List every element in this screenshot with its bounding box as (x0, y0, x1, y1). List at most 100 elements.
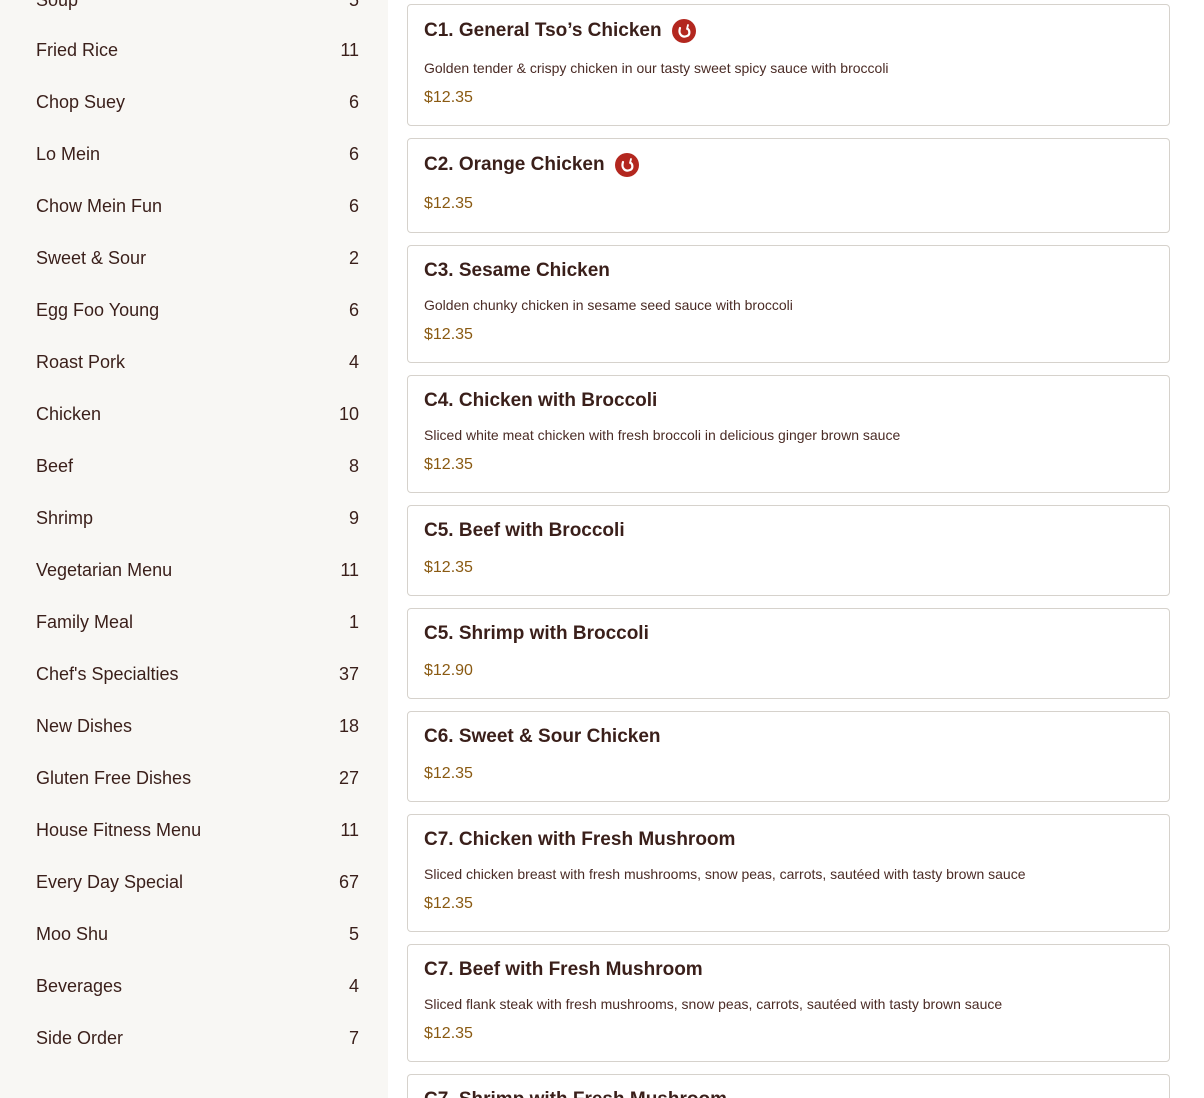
category-name: Moo Shu (36, 923, 109, 944)
category-count: 6 (348, 299, 359, 320)
category-name: Egg Foo Young (36, 299, 160, 320)
category-item-sweet-sour[interactable]: Sweet & Sour 2 (36, 238, 359, 278)
category-count: 6 (348, 91, 359, 112)
category-count: 2 (348, 247, 359, 268)
menu-item-title-row: C5. Shrimp with Broccoli (424, 623, 649, 645)
menu-item-description: Golden chunky chicken in sesame seed sau… (424, 297, 793, 313)
category-name: Roast Pork (36, 351, 126, 372)
menu-item-title-row: C6. Sweet & Sour Chicken (424, 726, 661, 748)
category-count: 4 (348, 975, 359, 996)
menu-item-description: Sliced flank steak with fresh mushrooms,… (424, 996, 1003, 1012)
category-name: Chicken (36, 403, 102, 424)
category-name: Shrimp (36, 507, 94, 528)
category-item-vegetarian-menu[interactable]: Vegetarian Menu 11 (36, 550, 359, 590)
category-item-beef[interactable]: Beef 8 (36, 446, 359, 486)
menu-item-title: C2. Orange Chicken (424, 154, 605, 175)
category-count: 11 (340, 39, 359, 60)
category-item-chow-mein-fun[interactable]: Chow Mein Fun 6 (36, 186, 359, 226)
category-count: 11 (340, 559, 359, 580)
menu-item-price: $12.35 (424, 1025, 473, 1042)
menu-item-title-row: C7. Shrimp with Fresh Mushroom (424, 1089, 727, 1098)
menu-item-card[interactable]: C3. Sesame Chicken Golden chunky chicken… (407, 245, 1170, 363)
menu-item-description: Golden tender & crispy chicken in our ta… (424, 60, 889, 76)
category-item-shrimp[interactable]: Shrimp 9 (36, 498, 359, 538)
category-count: 7 (348, 1027, 359, 1048)
category-name: Family Meal (36, 611, 134, 632)
menu-item-title-row: C3. Sesame Chicken (424, 260, 610, 282)
category-item-house-fitness-menu[interactable]: House Fitness Menu 11 (36, 810, 359, 850)
menu-item-price: $12.90 (424, 662, 473, 679)
category-name: New Dishes (36, 715, 133, 736)
category-item-beverages[interactable]: Beverages 4 (36, 966, 359, 1006)
menu-item-title: C7. Shrimp with Fresh Mushroom (424, 1089, 727, 1098)
menu-item-title-row: C7. Chicken with Fresh Mushroom (424, 829, 735, 851)
menu-item-title: C1. General Tso’s Chicken (424, 20, 662, 41)
menu-item-title-row: C5. Beef with Broccoli (424, 520, 625, 542)
category-count: 4 (348, 351, 359, 372)
menu-item-title: C7. Chicken with Fresh Mushroom (424, 829, 736, 850)
menu-item-title: C6. Sweet & Sour Chicken (424, 726, 661, 747)
category-item-chicken[interactable]: Chicken 10 (36, 394, 359, 434)
category-name: Vegetarian Menu (36, 559, 173, 580)
menu-item-price: $12.35 (424, 559, 473, 576)
category-item-fried-rice[interactable]: Fried Rice 11 (36, 30, 359, 70)
menu-item-title-row: C7. Beef with Fresh Mushroom (424, 959, 703, 981)
category-item-every-day-special[interactable]: Every Day Special 67 (36, 862, 359, 902)
category-name: Chef's Specialties (36, 663, 179, 684)
category-name: Beverages (36, 975, 123, 996)
category-item-lo-mein[interactable]: Lo Mein 6 (36, 134, 359, 174)
category-count: 5 (349, 0, 359, 11)
category-item-gluten-free-dishes[interactable]: Gluten Free Dishes 27 (36, 758, 359, 798)
menu-item-title-row: C4. Chicken with Broccoli (424, 390, 657, 412)
category-count: 18 (338, 715, 359, 736)
menu-item-title: C7. Beef with Fresh Mushroom (424, 959, 703, 980)
menu-item-card[interactable]: C6. Sweet & Sour Chicken $12.35 (407, 711, 1170, 802)
menu-items-list: C1. General Tso’s Chicken Golden tender … (388, 0, 1204, 1098)
menu-item-title-row: C2. Orange Chicken (424, 153, 639, 177)
category-name: House Fitness Menu (36, 819, 202, 840)
menu-item-title: C5. Shrimp with Broccoli (424, 623, 649, 644)
menu-item-price: $12.35 (424, 895, 473, 912)
category-name: Fried Rice (36, 39, 119, 60)
chili-pepper-icon (614, 153, 639, 177)
category-item-egg-foo-young[interactable]: Egg Foo Young 6 (36, 290, 359, 330)
chili-pepper-icon (671, 19, 696, 43)
category-item-side-order[interactable]: Side Order 7 (36, 1018, 359, 1058)
menu-item-card[interactable]: C7. Chicken with Fresh Mushroom Sliced c… (407, 814, 1170, 932)
category-count: 8 (348, 455, 359, 476)
category-item-chefs-specialties[interactable]: Chef's Specialties 37 (36, 654, 359, 694)
menu-item-price: $12.35 (424, 456, 473, 473)
category-name: Every Day Special (36, 871, 184, 892)
category-item-moo-shu[interactable]: Moo Shu 5 (36, 914, 359, 954)
category-item-roast-pork[interactable]: Roast Pork 4 (36, 342, 359, 382)
menu-item-card[interactable]: C7. Beef with Fresh Mushroom Sliced flan… (407, 944, 1170, 1062)
category-item-family-meal[interactable]: Family Meal 1 (36, 602, 359, 642)
menu-item-card[interactable]: C5. Shrimp with Broccoli $12.90 (407, 608, 1170, 699)
menu-item-card[interactable]: C7. Shrimp with Fresh Mushroom (407, 1074, 1170, 1098)
menu-item-card[interactable]: C5. Beef with Broccoli $12.35 (407, 505, 1170, 596)
category-count: 10 (338, 403, 359, 424)
category-name: Chow Mein Fun (36, 195, 163, 216)
category-sidebar: Soup 5 Fried Rice 11 Chop Suey 6 Lo Mein… (0, 0, 388, 1098)
category-name: Chop Suey (36, 91, 126, 112)
category-name: Side Order (36, 1027, 124, 1048)
category-item-soup[interactable]: Soup 5 (36, 0, 359, 20)
menu-item-card[interactable]: C2. Orange Chicken $12.35 (407, 138, 1170, 233)
menu-item-description: Sliced chicken breast with fresh mushroo… (424, 866, 1026, 882)
menu-item-description: Sliced white meat chicken with fresh bro… (424, 427, 901, 443)
menu-item-title: C4. Chicken with Broccoli (424, 390, 658, 411)
menu-item-card[interactable]: C1. General Tso’s Chicken Golden tender … (407, 4, 1170, 126)
menu-item-title: C3. Sesame Chicken (424, 260, 610, 281)
menu-item-price: $12.35 (424, 765, 473, 782)
menu-item-price: $12.35 (424, 195, 473, 212)
category-name: Lo Mein (36, 143, 101, 164)
category-name: Gluten Free Dishes (36, 767, 192, 788)
category-item-new-dishes[interactable]: New Dishes 18 (36, 706, 359, 746)
menu-item-title-row: C1. General Tso’s Chicken (424, 19, 696, 43)
category-name: Beef (36, 455, 74, 476)
menu-item-card[interactable]: C4. Chicken with Broccoli Sliced white m… (407, 375, 1170, 493)
category-count: 1 (348, 611, 359, 632)
category-item-chop-suey[interactable]: Chop Suey 6 (36, 82, 359, 122)
menu-item-title: C5. Beef with Broccoli (424, 520, 625, 541)
category-count: 37 (338, 663, 359, 684)
